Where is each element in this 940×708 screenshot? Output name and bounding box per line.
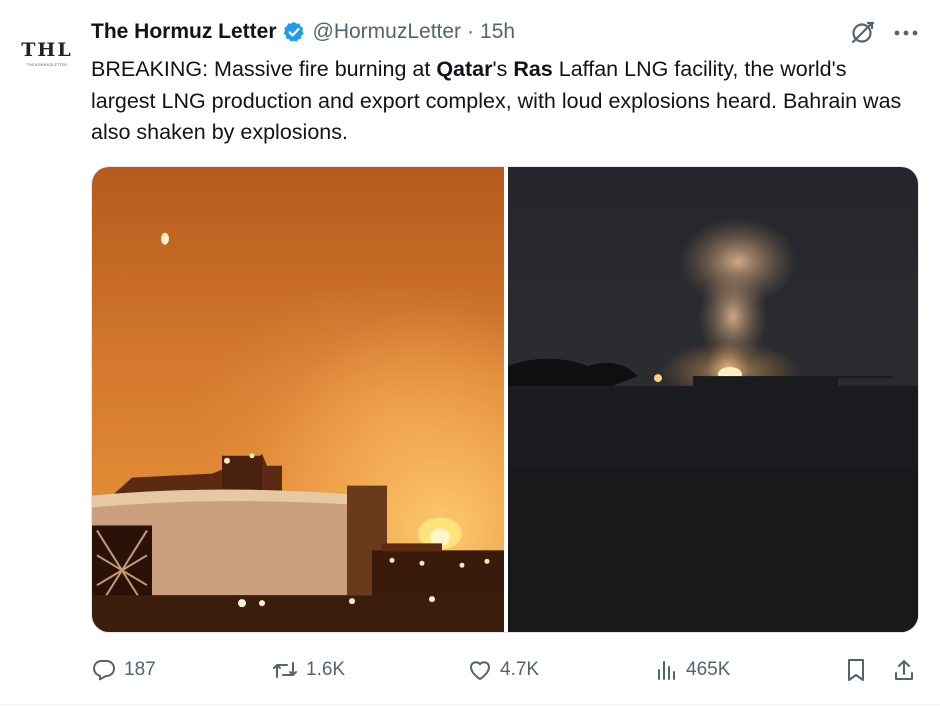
- photo-ras-laffan-fire[interactable]: [92, 167, 504, 632]
- photo-night-explosion[interactable]: [508, 167, 918, 632]
- tweet-hashtag-ras: Ras: [513, 57, 553, 81]
- share-icon: [891, 657, 917, 683]
- tweet-text: BREAKING: Massive fire burning at Qatar'…: [91, 54, 911, 149]
- reply-icon: [91, 657, 117, 683]
- tweet-timestamp[interactable]: 15h: [480, 20, 515, 44]
- like-button[interactable]: 4.7K: [467, 650, 539, 690]
- divider: [0, 704, 940, 705]
- repost-button[interactable]: 1.6K: [271, 650, 345, 690]
- repost-count: 1.6K: [306, 659, 346, 680]
- tweet-text-part-1: BREAKING: Massive fire burning at: [91, 57, 437, 81]
- reply-button[interactable]: 187: [91, 650, 156, 690]
- avatar-subtext: THEHORMUZLETTER: [26, 63, 68, 67]
- avatar[interactable]: THL THEHORMUZLETTER: [14, 20, 80, 86]
- author-name[interactable]: The Hormuz Letter: [91, 20, 277, 44]
- author-handle[interactable]: @HormuzLetter: [313, 20, 462, 44]
- avatar-monogram: THL: [21, 39, 73, 61]
- views-button[interactable]: 465K: [655, 650, 730, 690]
- reply-count: 187: [124, 659, 156, 680]
- grok-icon[interactable]: [847, 18, 877, 48]
- share-button[interactable]: [891, 650, 917, 690]
- bookmark-button[interactable]: [843, 650, 869, 690]
- header-separator: ·: [467, 20, 475, 43]
- media-grid: [91, 166, 919, 633]
- like-count: 4.7K: [500, 659, 540, 680]
- more-icon[interactable]: [889, 18, 923, 48]
- tweet-text-part-2: 's: [492, 57, 514, 81]
- verified-badge-icon[interactable]: [283, 21, 305, 43]
- repost-icon: [271, 657, 299, 683]
- tweet-header: The Hormuz Letter @HormuzLetter · 15h: [91, 18, 515, 46]
- tweet-actions: 187 1.6K 4.7K 465K: [91, 650, 921, 690]
- tweet-hashtag-qatar: Qatar: [436, 57, 493, 81]
- views-icon: [655, 657, 679, 683]
- bookmark-icon: [843, 657, 869, 683]
- like-icon: [467, 657, 493, 683]
- views-count: 465K: [686, 659, 731, 680]
